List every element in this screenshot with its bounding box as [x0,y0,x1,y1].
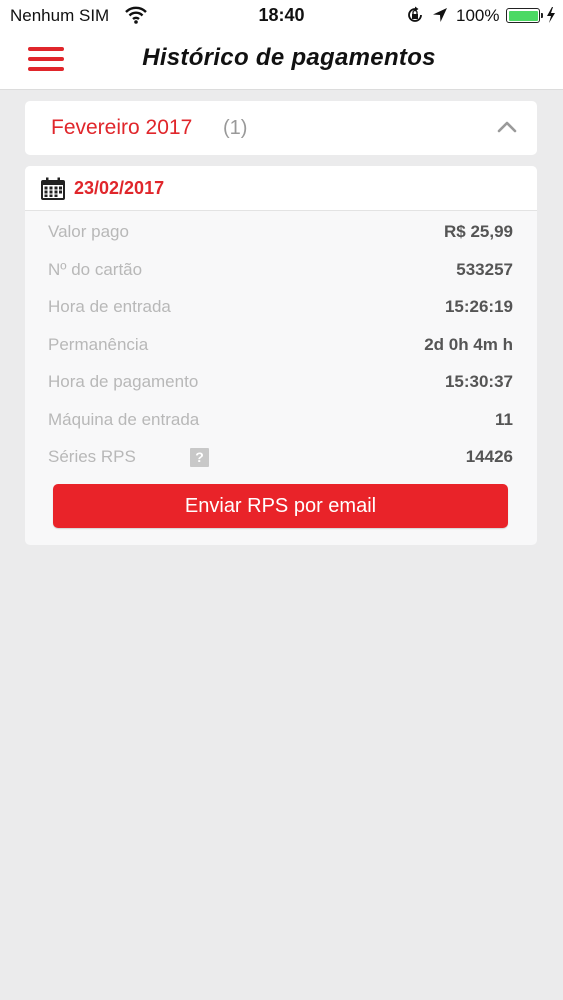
month-label: Fevereiro 2017 [51,116,193,139]
payment-date-row: 23/02/2017 [25,166,537,211]
info-label: Máquina de entrada [48,409,200,429]
month-count: (1) [223,117,248,139]
send-rps-email-button[interactable]: Enviar RPS por email [53,484,508,528]
info-row-hora-entrada: Hora de entrada 15:26:19 [25,288,537,326]
info-row-permanencia: Permanência 2d 0h 4m h [25,326,537,364]
info-row-maquina-entrada: Máquina de entrada 11 [25,401,537,439]
info-value: 14426 [465,447,513,466]
chevron-up-icon[interactable] [497,121,517,133]
info-value: 2d 0h 4m h [424,334,513,354]
payment-date: 23/02/2017 [74,178,165,198]
battery-percent: 100% [456,6,500,25]
info-row-series-rps: Séries RPS ? 14426 [25,438,537,476]
info-row-hora-pagamento: Hora de pagamento 15:30:37 [25,363,537,401]
info-label: Hora de entrada [48,297,171,316]
battery-fill [508,10,538,21]
page-title: Histórico de pagamentos [142,44,436,71]
info-label: Valor pago [48,222,129,241]
screen: Nenhum SIM 18:40 100% Histórico de pagam… [0,0,563,1000]
info-value: 15:30:37 [444,372,513,391]
info-label: Séries RPS [48,447,136,466]
rotation-lock-icon [408,6,422,22]
calendar-icon [41,177,65,200]
info-row-numero-cartao: Nº do cartão 533257 [25,251,537,289]
info-value: 11 [495,409,513,429]
nav-bar: Histórico de pagamentos [0,32,563,90]
charging-bolt-icon [547,7,555,23]
info-row-valor-pago: Valor pago R$ 25,99 [25,213,537,251]
payment-info-list: Valor pago R$ 25,99 Nº do cartão 533257 … [25,213,537,476]
payment-detail-card: 23/02/2017 Valor pago R$ 25,99 Nº do car… [25,166,537,545]
status-bar: Nenhum SIM 18:40 100% [0,0,563,32]
location-arrow-icon [433,8,447,22]
info-label: Permanência [48,334,149,354]
info-value: R$ 25,99 [444,222,513,241]
info-value: 533257 [456,259,513,279]
info-label: Hora de pagamento [48,372,199,391]
info-value: 15:26:19 [444,297,513,316]
battery-icon [506,8,543,23]
help-icon[interactable]: ? [190,448,209,467]
info-label: Nº do cartão [48,259,143,279]
month-group-header[interactable]: Fevereiro 2017 (1) [25,101,537,155]
